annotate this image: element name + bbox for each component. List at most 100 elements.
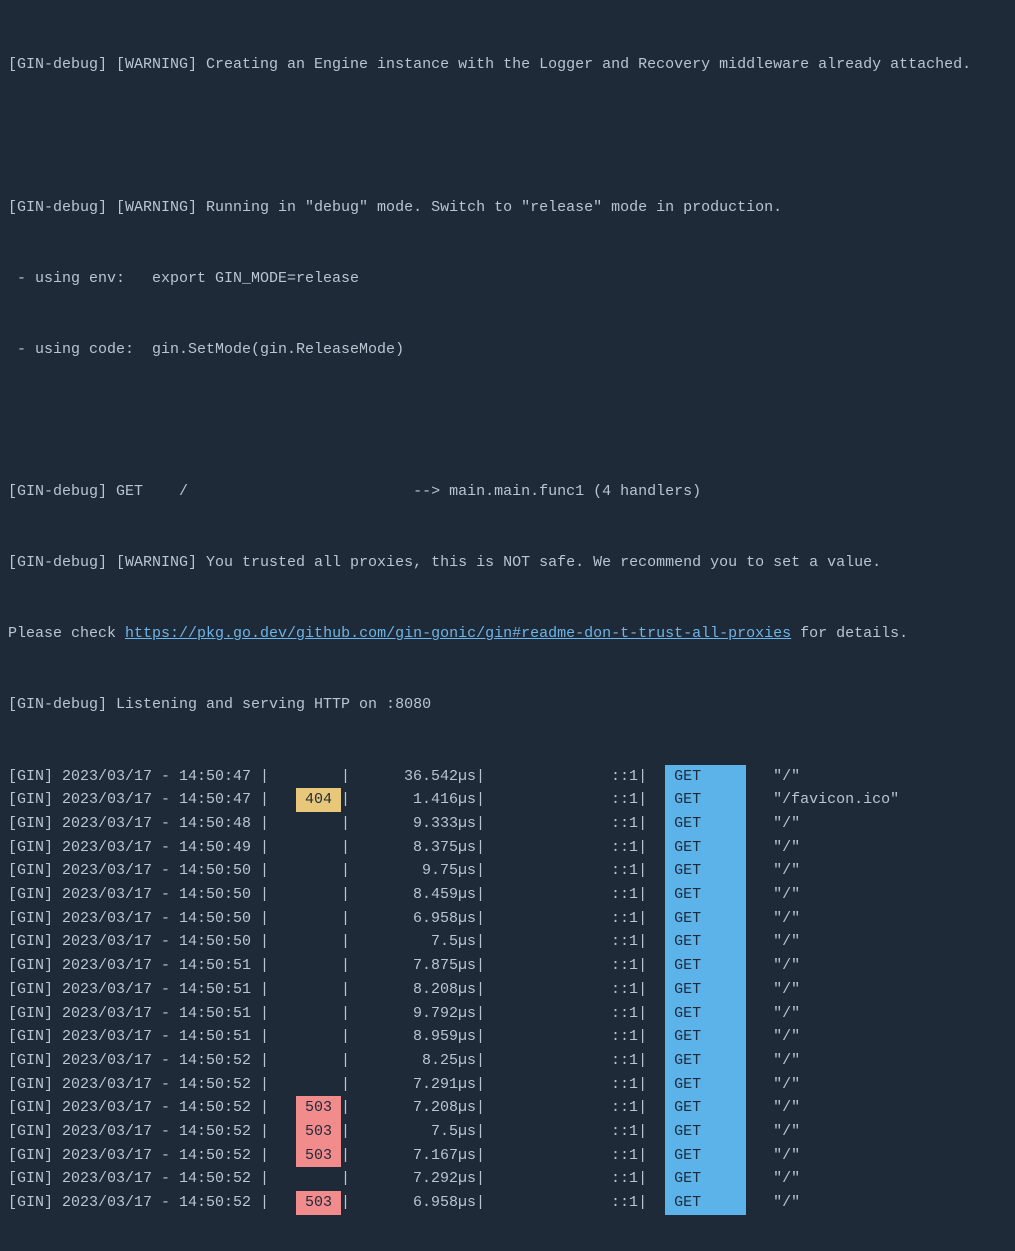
log-sep: | bbox=[476, 1096, 503, 1120]
request-log-row: [GIN] 2023/03/17 - 14:50:51 | | 8.208µs … bbox=[8, 978, 1007, 1002]
log-client-ip: ::1 bbox=[503, 1073, 638, 1097]
log-sep: | bbox=[341, 954, 368, 978]
log-tag: [GIN] bbox=[8, 1144, 62, 1168]
log-client-ip: ::1 bbox=[503, 930, 638, 954]
log-sep: | bbox=[476, 1191, 503, 1215]
log-timestamp: 2023/03/17 - 14:50:47 | bbox=[62, 765, 296, 789]
log-duration: 36.542µs bbox=[368, 765, 476, 789]
log-client-ip: ::1 bbox=[503, 907, 638, 931]
log-client-ip: ::1 bbox=[503, 978, 638, 1002]
log-sep: | bbox=[638, 1191, 665, 1215]
log-duration: 8.459µs bbox=[368, 883, 476, 907]
method-badge: GET bbox=[665, 1120, 746, 1144]
method-badge: GET bbox=[665, 1049, 746, 1073]
method-badge: GET bbox=[665, 1167, 746, 1191]
method-badge: GET bbox=[665, 978, 746, 1002]
log-sep: | bbox=[638, 788, 665, 812]
log-blank bbox=[8, 409, 1007, 433]
log-path: "/" bbox=[746, 930, 800, 954]
log-sep: | bbox=[476, 1049, 503, 1073]
log-client-ip: ::1 bbox=[503, 765, 638, 789]
log-line: - using env: export GIN_MODE=release bbox=[8, 267, 1007, 291]
log-sep: | bbox=[476, 1144, 503, 1168]
log-sep: | bbox=[476, 907, 503, 931]
log-warning: [GIN-debug] [WARNING] You trusted all pr… bbox=[8, 551, 1007, 575]
request-log-row: [GIN] 2023/03/17 - 14:50:49 | | 8.375µs … bbox=[8, 836, 1007, 860]
log-sep: | bbox=[341, 1167, 368, 1191]
log-sep: | bbox=[341, 1144, 368, 1168]
method-badge: GET bbox=[665, 836, 746, 860]
log-sep: | bbox=[476, 765, 503, 789]
log-sep: | bbox=[476, 812, 503, 836]
log-sep: | bbox=[638, 859, 665, 883]
log-timestamp: 2023/03/17 - 14:50:51 | bbox=[62, 954, 296, 978]
method-badge: GET bbox=[665, 883, 746, 907]
log-timestamp: 2023/03/17 - 14:50:52 | bbox=[62, 1120, 296, 1144]
log-timestamp: 2023/03/17 - 14:50:50 | bbox=[62, 883, 296, 907]
log-sep: | bbox=[341, 1002, 368, 1026]
log-tag: [GIN] bbox=[8, 1191, 62, 1215]
method-badge: GET bbox=[665, 765, 746, 789]
request-log-row: [GIN] 2023/03/17 - 14:50:52 | 503 | 7.16… bbox=[8, 1144, 1007, 1168]
log-duration: 8.208µs bbox=[368, 978, 476, 1002]
log-timestamp: 2023/03/17 - 14:50:52 | bbox=[62, 1073, 296, 1097]
log-line: [GIN-debug] [WARNING] Running in "debug"… bbox=[8, 196, 1007, 220]
log-sep: | bbox=[476, 954, 503, 978]
method-badge: GET bbox=[665, 930, 746, 954]
log-client-ip: ::1 bbox=[503, 1096, 638, 1120]
log-path: "/" bbox=[746, 1002, 800, 1026]
log-path: "/" bbox=[746, 812, 800, 836]
log-timestamp: 2023/03/17 - 14:50:52 | bbox=[62, 1049, 296, 1073]
log-text: Please check bbox=[8, 625, 125, 642]
log-path: "/" bbox=[746, 1144, 800, 1168]
log-sep: | bbox=[476, 1073, 503, 1097]
request-log-row: [GIN] 2023/03/17 - 14:50:47 | 404 | 1.41… bbox=[8, 788, 1007, 812]
log-client-ip: ::1 bbox=[503, 1049, 638, 1073]
log-client-ip: ::1 bbox=[503, 1025, 638, 1049]
log-tag: [GIN] bbox=[8, 1002, 62, 1026]
method-badge: GET bbox=[665, 788, 746, 812]
log-duration: 8.959µs bbox=[368, 1025, 476, 1049]
status-badge: 503 bbox=[296, 1191, 341, 1215]
status-badge: 503 bbox=[296, 1144, 341, 1168]
log-sep: | bbox=[476, 1120, 503, 1144]
log-sep: | bbox=[638, 1167, 665, 1191]
log-sep: | bbox=[341, 1025, 368, 1049]
log-sep: | bbox=[476, 859, 503, 883]
log-tag: [GIN] bbox=[8, 812, 62, 836]
log-sep: | bbox=[476, 836, 503, 860]
log-sep: | bbox=[476, 930, 503, 954]
log-tag: [GIN] bbox=[8, 954, 62, 978]
log-duration: 7.167µs bbox=[368, 1144, 476, 1168]
status-badge: 503 bbox=[296, 1096, 341, 1120]
log-tag: [GIN] bbox=[8, 1049, 62, 1073]
request-log-row: [GIN] 2023/03/17 - 14:50:52 | | 7.292µs … bbox=[8, 1167, 1007, 1191]
log-sep: | bbox=[476, 788, 503, 812]
status-badge: 404 bbox=[296, 788, 341, 812]
log-tag: [GIN] bbox=[8, 1025, 62, 1049]
log-duration: 1.416µs bbox=[368, 788, 476, 812]
log-sep: | bbox=[638, 907, 665, 931]
log-timestamp: 2023/03/17 - 14:50:52 | bbox=[62, 1096, 296, 1120]
request-log-row: [GIN] 2023/03/17 - 14:50:51 | | 7.875µs … bbox=[8, 954, 1007, 978]
method-badge: GET bbox=[665, 1144, 746, 1168]
log-sep: | bbox=[638, 978, 665, 1002]
method-badge: GET bbox=[665, 1002, 746, 1026]
log-client-ip: ::1 bbox=[503, 836, 638, 860]
log-duration: 7.208µs bbox=[368, 1096, 476, 1120]
request-log-row: [GIN] 2023/03/17 - 14:50:50 | | 6.958µs … bbox=[8, 907, 1007, 931]
log-client-ip: ::1 bbox=[503, 812, 638, 836]
docs-link[interactable]: https://pkg.go.dev/github.com/gin-gonic/… bbox=[125, 625, 791, 642]
log-text: for details. bbox=[791, 625, 908, 642]
method-badge: GET bbox=[665, 1096, 746, 1120]
request-log-row: [GIN] 2023/03/17 - 14:50:51 | | 8.959µs … bbox=[8, 1025, 1007, 1049]
log-path: "/" bbox=[746, 978, 800, 1002]
log-tag: [GIN] bbox=[8, 1120, 62, 1144]
log-duration: 9.792µs bbox=[368, 1002, 476, 1026]
log-duration: 7.291µs bbox=[368, 1073, 476, 1097]
log-client-ip: ::1 bbox=[503, 954, 638, 978]
method-badge: GET bbox=[665, 1025, 746, 1049]
log-duration: 7.292µs bbox=[368, 1167, 476, 1191]
log-line: - using code: gin.SetMode(gin.ReleaseMod… bbox=[8, 338, 1007, 362]
log-timestamp: 2023/03/17 - 14:50:47 | bbox=[62, 788, 296, 812]
